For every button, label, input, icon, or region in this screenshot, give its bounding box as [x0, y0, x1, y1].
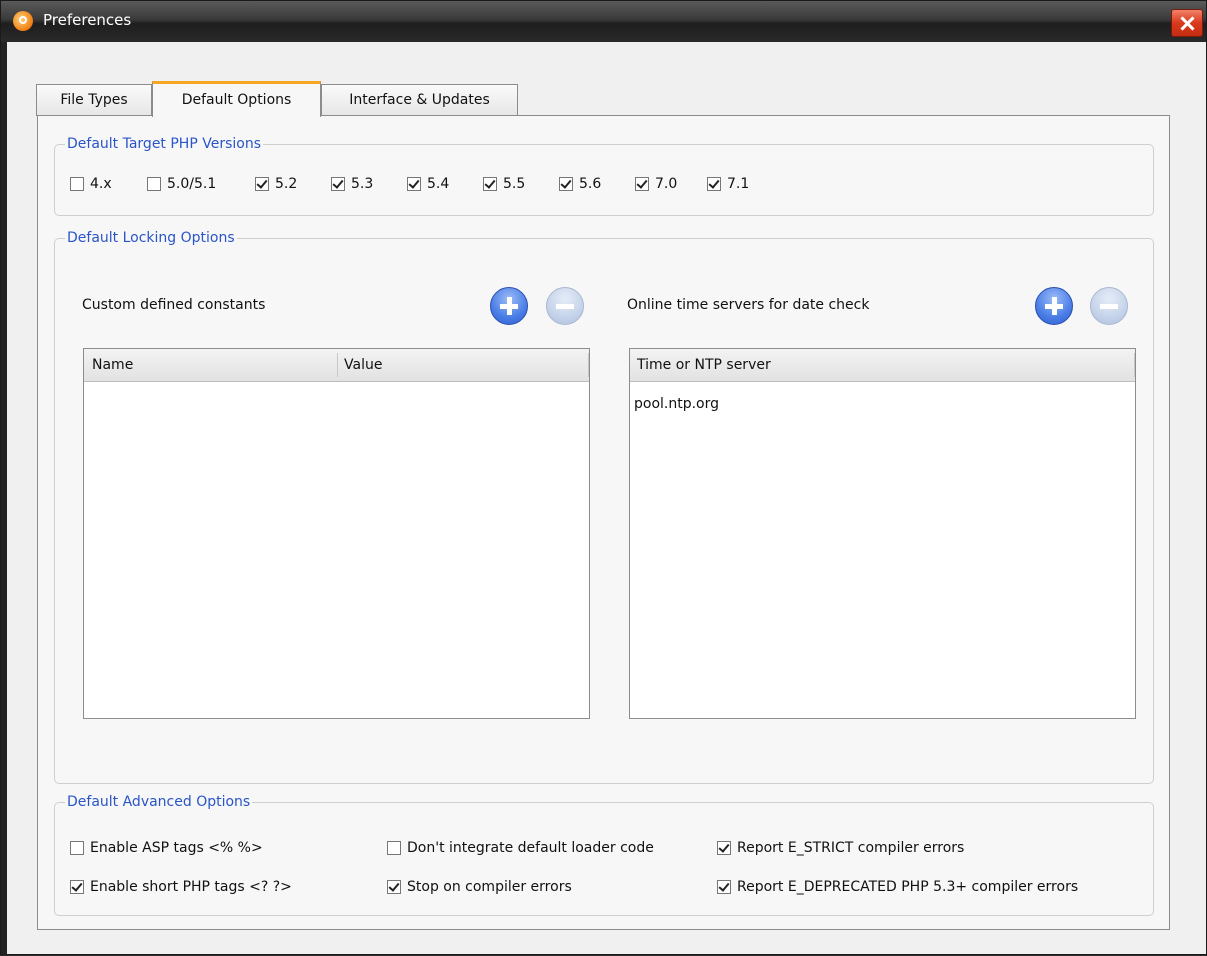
time-servers-label: Online time servers for date check [627, 297, 870, 313]
checkbox-box [483, 177, 497, 191]
php-versions-group: Default Target PHP Versions [54, 136, 1154, 216]
checkbox-box [70, 177, 84, 191]
table-row[interactable]: pool.ntp.org [634, 396, 719, 412]
title-bar[interactable]: Preferences [1, 1, 1206, 42]
close-button[interactable] [1171, 9, 1203, 37]
preferences-window: Preferences File Types Default Options I… [0, 0, 1207, 956]
custom-constants-label: Custom defined constants [82, 297, 266, 313]
checkbox-box [331, 177, 345, 191]
constants-table[interactable]: Name Value [83, 348, 590, 719]
column-separator[interactable] [337, 353, 338, 377]
checkbox-box [387, 841, 401, 855]
time-servers-table[interactable]: Time or NTP server pool.ntp.org [629, 348, 1136, 719]
locking-options-legend: Default Locking Options [67, 230, 235, 246]
checkbox-box [70, 880, 84, 894]
enable-asp-tags-checkbox[interactable]: Enable ASP tags <% %> [70, 840, 263, 856]
report-e-strict-checkbox[interactable]: Report E_STRICT compiler errors [717, 840, 964, 856]
remove-constant-button[interactable] [546, 287, 584, 325]
php-version-71-checkbox[interactable]: 7.1 [707, 176, 749, 192]
tab-interface-updates[interactable]: Interface & Updates [321, 84, 518, 116]
php-versions-legend: Default Target PHP Versions [67, 136, 262, 152]
checkbox-box [707, 177, 721, 191]
checkbox-box [559, 177, 573, 191]
php-version-70-checkbox[interactable]: 7.0 [635, 176, 677, 192]
checkbox-box [717, 880, 731, 894]
checkbox-box [70, 841, 84, 855]
checkbox-box [147, 177, 161, 191]
no-default-loader-code-checkbox[interactable]: Don't integrate default loader code [387, 840, 654, 856]
php-version-55-checkbox[interactable]: 5.5 [483, 176, 525, 192]
php-version-52-checkbox[interactable]: 5.2 [255, 176, 297, 192]
checkbox-box [717, 841, 731, 855]
column-separator[interactable] [588, 353, 589, 377]
column-header-time-server[interactable]: Time or NTP server [637, 357, 771, 373]
report-e-deprecated-checkbox[interactable]: Report E_DEPRECATED PHP 5.3+ compiler er… [717, 879, 1078, 895]
checkbox-box [387, 880, 401, 894]
php-version-54-checkbox[interactable]: 5.4 [407, 176, 449, 192]
app-logo-icon [13, 11, 33, 31]
php-version-50-51-checkbox[interactable]: 5.0/5.1 [147, 176, 216, 192]
column-header-value[interactable]: Value [344, 357, 382, 373]
stop-on-compiler-errors-checkbox[interactable]: Stop on compiler errors [387, 879, 572, 895]
constants-table-header: Name Value [84, 349, 589, 382]
remove-time-server-button[interactable] [1090, 287, 1128, 325]
enable-short-php-tags-checkbox[interactable]: Enable short PHP tags <? ?> [70, 879, 292, 895]
checkbox-box [255, 177, 269, 191]
time-servers-table-header: Time or NTP server [630, 349, 1135, 382]
tab-file-types[interactable]: File Types [36, 84, 152, 116]
php-version-4x-checkbox[interactable]: 4.x [70, 176, 112, 192]
add-constant-button[interactable] [490, 287, 528, 325]
tab-default-options[interactable]: Default Options [152, 81, 321, 117]
column-header-name[interactable]: Name [92, 357, 133, 373]
advanced-options-legend: Default Advanced Options [67, 794, 251, 810]
column-separator[interactable] [1134, 353, 1135, 377]
window-frame-left [1, 42, 7, 956]
checkbox-box [407, 177, 421, 191]
php-version-56-checkbox[interactable]: 5.6 [559, 176, 601, 192]
checkbox-box [635, 177, 649, 191]
window-title: Preferences [43, 11, 132, 29]
add-time-server-button[interactable] [1035, 287, 1073, 325]
minus-icon [1100, 304, 1118, 309]
minus-icon [556, 304, 574, 309]
tab-content-panel: Default Target PHP Versions 4.x 5.0/5.1 … [37, 115, 1170, 930]
php-version-53-checkbox[interactable]: 5.3 [331, 176, 373, 192]
